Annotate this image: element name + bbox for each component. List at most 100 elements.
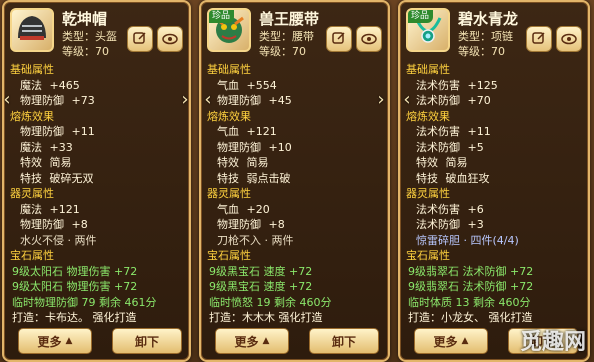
more-button[interactable]: 更多 ▲ [215, 328, 289, 354]
attr-row: 物理防御 +45 [217, 94, 292, 107]
equipment-panel-helmet: 乾坤帽 类型：头盔 等级：70 基础属性 魔法 +465 物理防御 +73 熔炼… [2, 0, 191, 362]
panel-footer: 更多 ▲ 卸下 [207, 326, 382, 356]
attr-row: 气血 +20 [217, 202, 270, 216]
gem-row: 9级黑宝石 速度 +72 [209, 280, 313, 293]
attr-row: 特技 破血狂攻 [416, 171, 490, 185]
attr-row: 物理防御 +8 [20, 218, 88, 231]
item-header: 珍品 兽王腰带 类型：腰带 等级：70 [205, 6, 384, 58]
chevron-up-icon: ▲ [262, 336, 270, 346]
section-gem: 宝石属性 [207, 249, 251, 262]
unequip-button[interactable]: 卸下 [309, 328, 379, 354]
attr-row: 物理防御 +11 [20, 125, 95, 138]
item-name: 碧水青龙 [458, 10, 519, 28]
equipment-panel-belt: 珍品 兽王腰带 类型：腰带 等级：70 基础属性 气血 +554 物理防御 +4… [199, 0, 390, 362]
next-arrow-icon[interactable]: › [374, 90, 388, 110]
attr-row: 物理防御 +8 [217, 218, 285, 231]
forge-info: 打造：木木木 强化打造 [209, 311, 323, 324]
temp-attr: 临时物理防御 79 剩余 461分 [12, 295, 157, 309]
item-type: 类型：头盔 [62, 30, 117, 43]
attr-row: 特效 简易 [416, 156, 468, 169]
item-attributes: 基础属性 魔法 +465 物理防御 +73 熔炼效果 物理防御 +11 魔法 +… [10, 62, 183, 326]
temp-attr: 临时体质 13 剩余 460分 [408, 295, 531, 309]
attr-row: 物理防御 +10 [217, 140, 292, 154]
item-name: 乾坤帽 [62, 10, 108, 28]
section-refine: 熔炼效果 [406, 109, 450, 123]
attr-row: 特技 破碎无双 [20, 171, 94, 185]
item-type: 类型：项链 [458, 30, 513, 43]
eye-icon [361, 30, 377, 49]
attr-row: 气血 +121 [217, 125, 277, 138]
attr-row: 法术防御 +3 [416, 218, 484, 231]
attr-row: 气血 +554 [217, 78, 277, 92]
section-basic: 基础属性 [10, 63, 54, 76]
gem-row: 9级太阳石 物理伤害 +72 [12, 264, 138, 278]
belt-item-icon: 珍品 [207, 8, 251, 52]
set-bonus: 惊雷碎胆 · 四件(4/4) [416, 233, 519, 247]
section-gem: 宝石属性 [10, 249, 54, 262]
chevron-up-icon: ▲ [65, 336, 73, 346]
preview-button[interactable] [157, 26, 183, 52]
chevron-up-icon: ▲ [461, 336, 469, 346]
prev-arrow-icon[interactable]: ‹ [201, 90, 215, 110]
prev-arrow-icon[interactable]: ‹ [0, 90, 14, 110]
item-level: 等级：70 [458, 45, 505, 58]
panel-footer: 更多 ▲ 卸下 [10, 326, 183, 356]
attr-row: 魔法 +465 [20, 78, 80, 92]
share-button[interactable] [526, 26, 552, 52]
item-header: 乾坤帽 类型：头盔 等级：70 [8, 6, 185, 58]
item-level: 等级：70 [259, 45, 306, 58]
attr-row: 法术防御 +5 [416, 140, 484, 154]
item-attributes: 基础属性 气血 +554 物理防御 +45 熔炼效果 气血 +121 物理防御 … [207, 62, 382, 326]
attr-row: 法术伤害 +6 [416, 202, 484, 216]
gem-row: 9级太阳石 物理伤害 +72 [12, 280, 138, 293]
attr-row: 法术伤害 +125 [416, 78, 498, 92]
section-spirit: 器灵属性 [10, 187, 54, 200]
section-spirit: 器灵属性 [406, 187, 450, 200]
necklace-item-icon: 珍品 [406, 8, 450, 52]
next-arrow-icon[interactable]: › [178, 90, 192, 110]
temp-attr: 临时愤怒 19 剩余 460分 [209, 295, 332, 309]
eye-icon [561, 30, 577, 49]
attr-row: 法术防御 +70 [416, 94, 491, 107]
attr-row: 魔法 +33 [20, 140, 73, 154]
item-attributes: 基础属性 法术伤害 +125 法术防御 +70 熔炼效果 法术伤害 +11 法术… [406, 62, 582, 326]
helmet-item-icon [10, 8, 54, 52]
gem-row: 9级翡翠石 法术防御 +72 [408, 264, 534, 278]
section-refine: 熔炼效果 [207, 109, 251, 123]
eye-icon [162, 30, 178, 49]
section-basic: 基础属性 [406, 63, 450, 76]
forge-info: 打造：卡布达。 强化打造 [12, 311, 137, 324]
section-refine: 熔炼效果 [10, 109, 54, 123]
set-bonus: 水火不侵 · 两件 [20, 233, 97, 247]
prev-arrow-icon[interactable]: ‹ [400, 90, 414, 110]
preview-button[interactable] [356, 26, 382, 52]
attr-row: 法术伤害 +11 [416, 125, 491, 138]
rare-badge: 珍品 [209, 10, 234, 23]
edit-share-icon [332, 30, 346, 49]
preview-button[interactable] [556, 26, 582, 52]
attr-row: 魔法 +121 [20, 202, 80, 216]
gem-row: 9级翡翠石 法术防御 +72 [408, 280, 534, 293]
share-button[interactable] [326, 26, 352, 52]
attr-row: 特效 简易 [20, 156, 72, 169]
section-basic: 基础属性 [207, 63, 251, 76]
item-level: 等级：70 [62, 45, 109, 58]
section-spirit: 器灵属性 [207, 187, 251, 200]
more-button[interactable]: 更多 ▲ [18, 328, 92, 354]
item-header: 珍品 碧水青龙 类型：项链 等级：70 [404, 6, 584, 58]
attr-row: 特效 简易 [217, 156, 269, 169]
attr-row: 特技 弱点击破 [217, 171, 291, 185]
equipment-panel-necklace: 珍品 碧水青龙 类型：项链 等级：70 基础属性 法术伤害 +125 法术防御 … [398, 0, 590, 362]
unequip-button[interactable]: 卸下 [112, 328, 182, 354]
section-gem: 宝石属性 [406, 249, 450, 262]
edit-share-icon [133, 30, 147, 49]
item-name: 兽王腰带 [259, 10, 320, 28]
attr-row: 物理防御 +73 [20, 94, 95, 107]
more-button[interactable]: 更多 ▲ [414, 328, 488, 354]
watermark-logo: 觅趣网 [519, 329, 586, 355]
edit-share-icon [532, 30, 546, 49]
rare-badge: 珍品 [408, 10, 433, 23]
share-button[interactable] [127, 26, 153, 52]
gem-row: 9级黑宝石 速度 +72 [209, 264, 313, 278]
set-bonus: 刀枪不入 · 两件 [217, 233, 294, 247]
